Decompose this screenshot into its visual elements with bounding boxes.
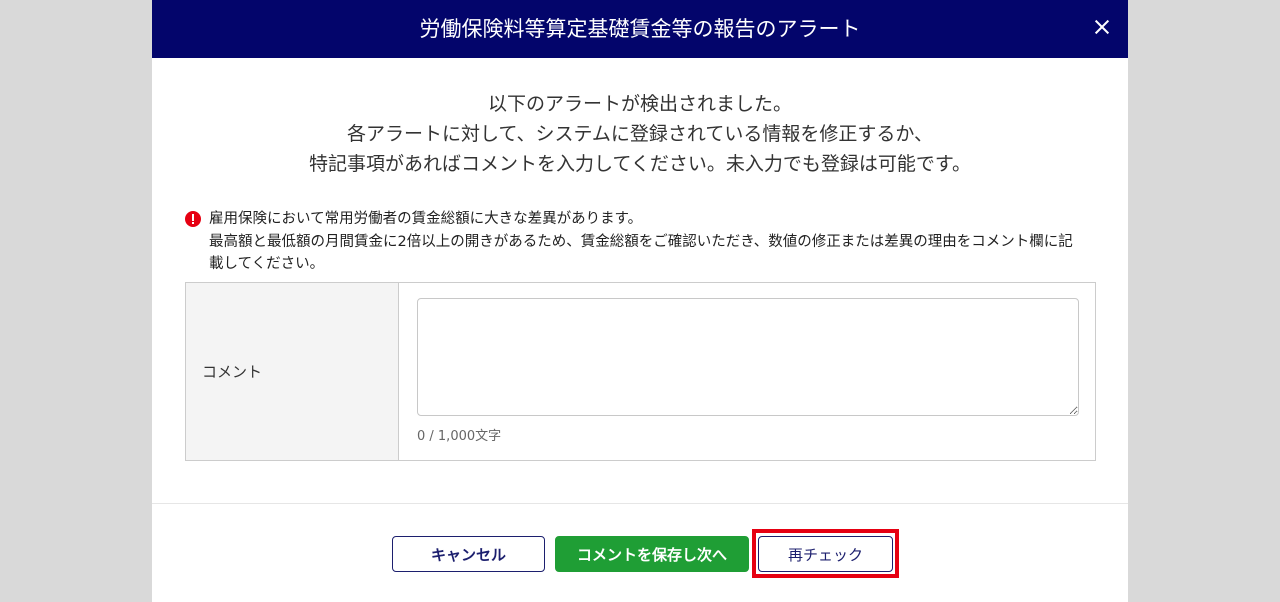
comment-textarea[interactable] bbox=[417, 298, 1079, 416]
exclamation-circle-icon bbox=[185, 211, 201, 227]
modal-header: 労働保険料等算定基礎賃金等の報告のアラート bbox=[152, 0, 1128, 58]
alert-message: 雇用保険において常用労働者の賃金総額に大きな差異があります。 最高額と最低額の月… bbox=[209, 208, 1081, 276]
comment-label-cell: コメント bbox=[186, 283, 399, 460]
save-comment-next-button[interactable]: コメントを保存し次へ bbox=[555, 536, 749, 572]
alert-title: 雇用保険において常用労働者の賃金総額に大きな差異があります。 bbox=[209, 211, 643, 227]
intro-message: 以下のアラートが検出されました。 各アラートに対して、システムに登録されている情… bbox=[152, 89, 1128, 179]
intro-line: 各アラートに対して、システムに登録されている情報を修正するか、 bbox=[347, 123, 933, 145]
footer-divider bbox=[152, 503, 1128, 504]
intro-line: 以下のアラートが検出されました。 bbox=[487, 93, 792, 115]
alert-modal: 労働保険料等算定基礎賃金等の報告のアラート 以下のアラートが検出されました。 各… bbox=[152, 0, 1128, 602]
character-counter: 0 / 1,000文字 bbox=[417, 429, 502, 444]
alert-detail: 最高額と最低額の月間賃金に2倍以上の開きがあるため、賃金総額をご確認いただき、数… bbox=[209, 233, 1073, 273]
cancel-button[interactable]: キャンセル bbox=[392, 536, 545, 572]
close-icon[interactable] bbox=[1092, 17, 1112, 37]
intro-line: 特記事項があればコメントを入力してください。未入力でも登録は可能です。 bbox=[309, 153, 971, 175]
comment-label: コメント bbox=[202, 363, 263, 381]
comment-table: コメント 0 / 1,000文字 bbox=[185, 282, 1096, 461]
recheck-button[interactable]: 再チェック bbox=[758, 536, 893, 572]
modal-title: 労働保険料等算定基礎賃金等の報告のアラート bbox=[419, 17, 861, 41]
comment-value-cell: 0 / 1,000文字 bbox=[399, 283, 1095, 460]
